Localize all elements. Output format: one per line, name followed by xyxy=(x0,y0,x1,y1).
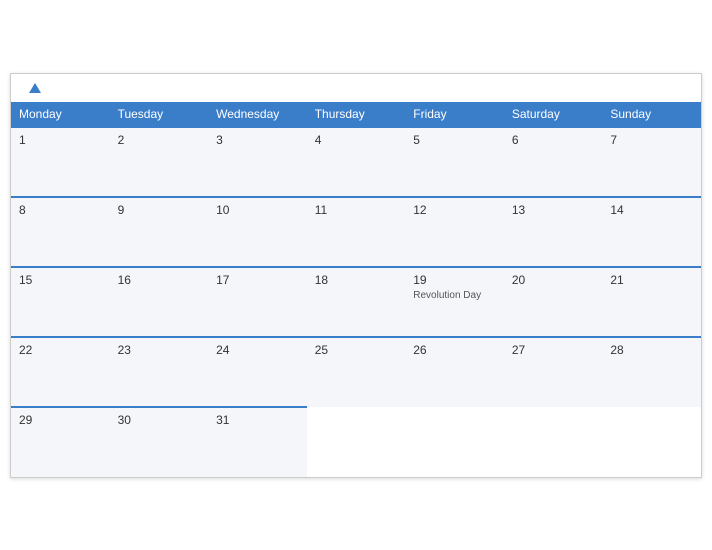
day-number: 27 xyxy=(512,343,595,357)
day-number: 2 xyxy=(118,133,201,147)
day-cell xyxy=(602,407,701,477)
logo xyxy=(27,84,41,94)
day-number: 13 xyxy=(512,203,595,217)
day-number: 12 xyxy=(413,203,496,217)
day-cell: 20 xyxy=(504,267,603,337)
day-cell: 8 xyxy=(11,197,110,267)
day-cell: 25 xyxy=(307,337,406,407)
day-number: 18 xyxy=(315,273,398,287)
day-cell: 23 xyxy=(110,337,209,407)
day-number: 6 xyxy=(512,133,595,147)
weekday-header-wednesday: Wednesday xyxy=(208,102,307,127)
day-number: 25 xyxy=(315,343,398,357)
day-number: 7 xyxy=(610,133,693,147)
day-cell: 3 xyxy=(208,127,307,197)
day-cell: 21 xyxy=(602,267,701,337)
calendar-header xyxy=(11,74,701,102)
day-number: 29 xyxy=(19,413,102,427)
day-number: 24 xyxy=(216,343,299,357)
calendar-table: MondayTuesdayWednesdayThursdayFridaySatu… xyxy=(11,102,701,477)
day-number: 3 xyxy=(216,133,299,147)
day-cell: 30 xyxy=(110,407,209,477)
calendar: MondayTuesdayWednesdayThursdayFridaySatu… xyxy=(10,73,702,478)
day-number: 30 xyxy=(118,413,201,427)
day-cell: 17 xyxy=(208,267,307,337)
day-number: 11 xyxy=(315,203,398,217)
week-row-2: 8 9 10 11 12 13 14 xyxy=(11,197,701,267)
day-number: 23 xyxy=(118,343,201,357)
day-number: 4 xyxy=(315,133,398,147)
day-number: 10 xyxy=(216,203,299,217)
day-cell: 6 xyxy=(504,127,603,197)
weekday-header-tuesday: Tuesday xyxy=(110,102,209,127)
day-cell: 10 xyxy=(208,197,307,267)
logo-triangle-icon xyxy=(29,83,41,93)
weekday-header-thursday: Thursday xyxy=(307,102,406,127)
day-number: 31 xyxy=(216,413,299,427)
day-number: 5 xyxy=(413,133,496,147)
week-row-4: 22 23 24 25 26 27 28 xyxy=(11,337,701,407)
day-cell: 11 xyxy=(307,197,406,267)
day-cell xyxy=(504,407,603,477)
weekday-header-saturday: Saturday xyxy=(504,102,603,127)
day-number: 20 xyxy=(512,273,595,287)
week-row-5: 29 30 31 xyxy=(11,407,701,477)
day-cell: 24 xyxy=(208,337,307,407)
day-cell: 29 xyxy=(11,407,110,477)
day-cell: 15 xyxy=(11,267,110,337)
day-number: 1 xyxy=(19,133,102,147)
weekday-header-friday: Friday xyxy=(405,102,504,127)
day-cell: 7 xyxy=(602,127,701,197)
day-number: 15 xyxy=(19,273,102,287)
day-cell: 31 xyxy=(208,407,307,477)
day-cell: 18 xyxy=(307,267,406,337)
day-cell: 14 xyxy=(602,197,701,267)
day-cell: 9 xyxy=(110,197,209,267)
day-cell xyxy=(307,407,406,477)
weekday-header-row: MondayTuesdayWednesdayThursdayFridaySatu… xyxy=(11,102,701,127)
day-number: 28 xyxy=(610,343,693,357)
day-cell: 27 xyxy=(504,337,603,407)
day-cell: 1 xyxy=(11,127,110,197)
day-number: 22 xyxy=(19,343,102,357)
day-number: 21 xyxy=(610,273,693,287)
day-event: Revolution Day xyxy=(413,289,496,302)
day-cell: 13 xyxy=(504,197,603,267)
day-cell: 5 xyxy=(405,127,504,197)
day-number: 26 xyxy=(413,343,496,357)
day-cell: 26 xyxy=(405,337,504,407)
day-cell: 4 xyxy=(307,127,406,197)
day-cell: 28 xyxy=(602,337,701,407)
day-number: 14 xyxy=(610,203,693,217)
weekday-header-monday: Monday xyxy=(11,102,110,127)
weekday-header-sunday: Sunday xyxy=(602,102,701,127)
day-number: 16 xyxy=(118,273,201,287)
week-row-1: 1 2 3 4 5 6 7 xyxy=(11,127,701,197)
week-row-3: 15 16 17 18 19 Revolution Day 20 21 xyxy=(11,267,701,337)
day-cell: 22 xyxy=(11,337,110,407)
day-cell: 19 Revolution Day xyxy=(405,267,504,337)
day-cell: 12 xyxy=(405,197,504,267)
day-cell: 16 xyxy=(110,267,209,337)
day-number: 17 xyxy=(216,273,299,287)
day-number: 19 xyxy=(413,273,496,287)
day-number: 8 xyxy=(19,203,102,217)
day-number: 9 xyxy=(118,203,201,217)
day-cell: 2 xyxy=(110,127,209,197)
day-cell xyxy=(405,407,504,477)
